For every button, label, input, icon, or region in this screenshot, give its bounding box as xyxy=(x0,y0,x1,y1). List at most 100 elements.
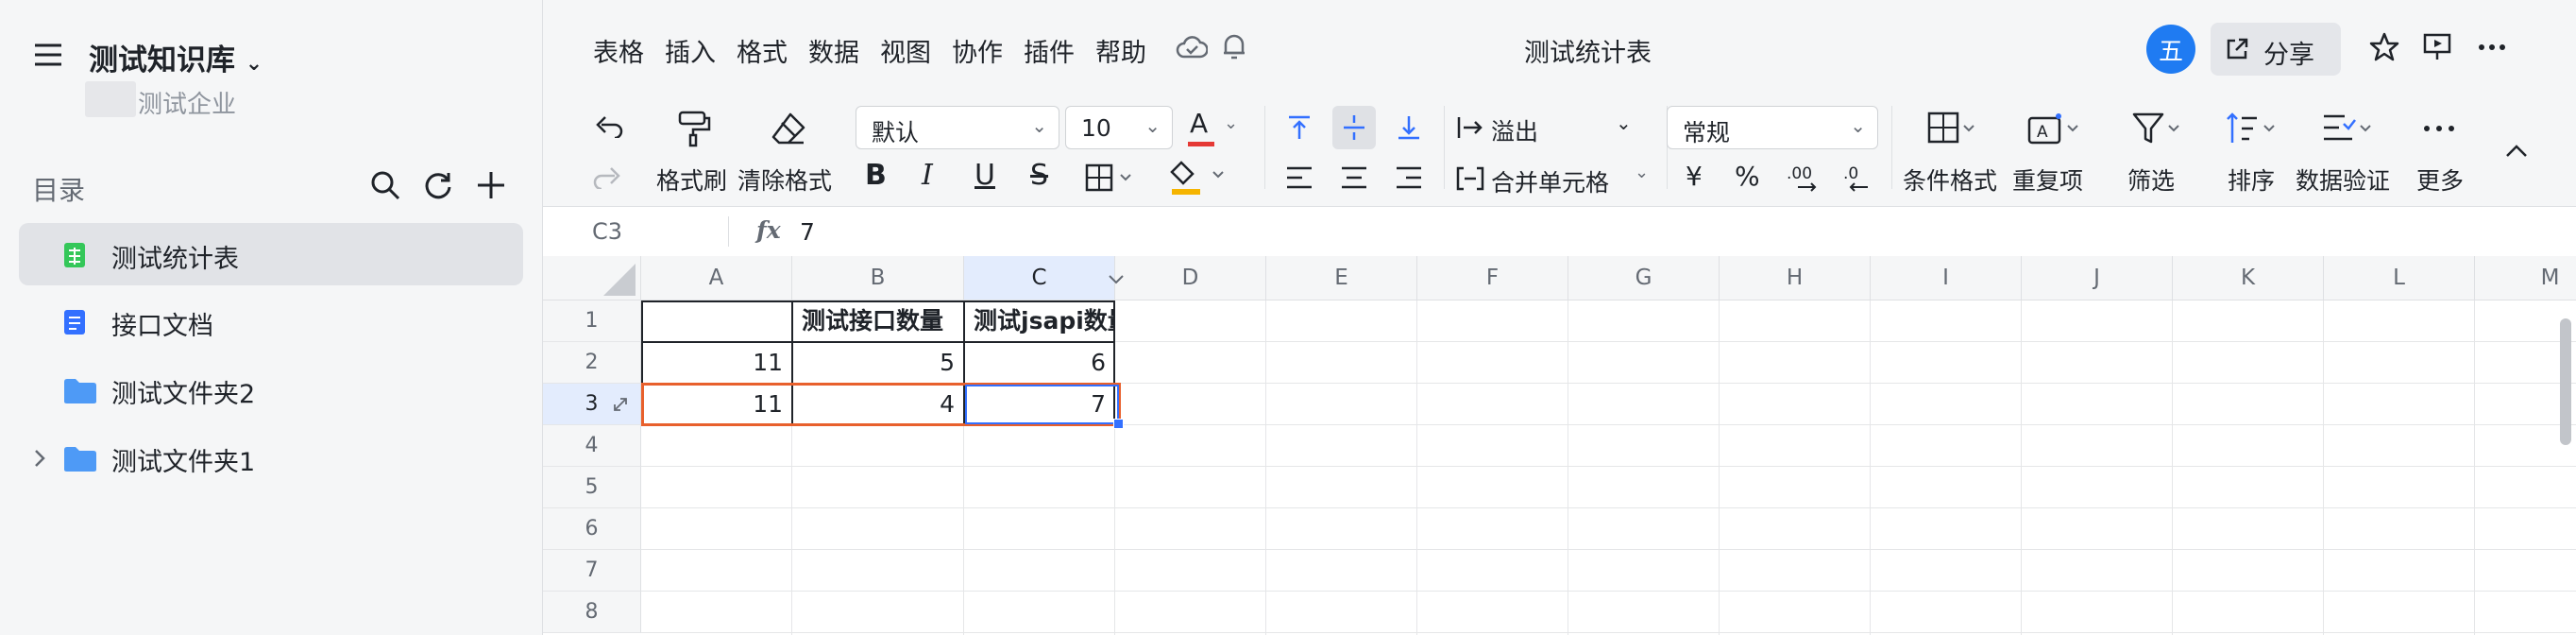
org-name: 测试企业 xyxy=(138,91,237,119)
vertical-scrollbar[interactable] xyxy=(2560,318,2571,445)
cell-c2[interactable]: 6 xyxy=(964,342,1115,384)
number-format-select[interactable]: 常规 ⌄ xyxy=(1667,106,1878,149)
decrease-decimal-icon[interactable]: .0 xyxy=(1837,157,1880,198)
chevron-down-icon: ⌄ xyxy=(1850,114,1866,137)
align-bottom-icon[interactable] xyxy=(1387,106,1431,149)
menu-insert[interactable]: 插入 xyxy=(665,32,716,69)
row-header-8[interactable]: 8 xyxy=(543,592,641,633)
format-painter-button[interactable]: 格式刷 xyxy=(656,102,732,198)
chevron-down-icon: ⌄ xyxy=(1616,112,1632,134)
cell-b1[interactable]: 测试接口数量 xyxy=(792,300,964,342)
align-left-icon[interactable] xyxy=(1278,159,1321,197)
cell-b2[interactable]: 5 xyxy=(792,342,964,384)
row-header-1[interactable]: 1 xyxy=(543,300,641,342)
data-validation-button[interactable]: 数据验证 xyxy=(2296,102,2403,198)
fill-color-icon[interactable] xyxy=(1166,157,1232,198)
menu-format[interactable]: 格式 xyxy=(737,32,788,69)
column-header-d[interactable]: D xyxy=(1115,256,1266,300)
increase-decimal-icon[interactable]: .00 xyxy=(1782,157,1825,198)
currency-button[interactable]: ¥ xyxy=(1686,161,1703,192)
conditional-format-button[interactable]: 条件格式 xyxy=(1903,102,2001,198)
menu-help[interactable]: 帮助 xyxy=(1095,32,1146,69)
sort-button[interactable]: 排序 xyxy=(2214,102,2290,198)
sidebar-item-api-doc[interactable]: 接口文档 xyxy=(19,290,523,352)
column-menu-chevron-icon[interactable] xyxy=(1104,267,1128,292)
merge-cells-button[interactable]: 合并单元格 ⌄ xyxy=(1449,157,1657,198)
cell-a2[interactable]: 11 xyxy=(641,342,792,384)
menu-icon[interactable] xyxy=(28,38,68,72)
folder-icon xyxy=(62,377,98,405)
redo-icon[interactable] xyxy=(590,159,626,193)
sort-icon xyxy=(2224,108,2280,149)
svg-text:.00: .00 xyxy=(1787,164,1812,183)
menu-table[interactable]: 表格 xyxy=(593,32,644,69)
font-color-button[interactable]: A ⌄ xyxy=(1180,106,1246,149)
bold-icon[interactable]: B xyxy=(865,159,887,192)
search-icon[interactable] xyxy=(366,166,404,204)
column-header-m[interactable]: M xyxy=(2475,256,2576,300)
share-button[interactable]: 分享 xyxy=(2211,23,2341,76)
row-header-2[interactable]: 2 xyxy=(543,342,641,384)
text-overflow-select[interactable]: 溢出 ⌄ xyxy=(1449,106,1638,149)
menu-view[interactable]: 视图 xyxy=(880,32,931,69)
align-top-icon[interactable] xyxy=(1278,106,1321,149)
underline-icon[interactable]: U xyxy=(974,159,995,192)
formula-bar: C3 fx 7 xyxy=(543,207,2576,257)
duplicates-button[interactable]: A 重复项 xyxy=(2012,102,2097,198)
star-icon[interactable] xyxy=(2365,28,2403,66)
align-middle-icon[interactable] xyxy=(1332,106,1376,149)
more-tools-button[interactable]: 更多 xyxy=(2413,102,2469,198)
spreadsheet-grid: ABCDEFGHIJKLM 12345678 测试接口数量测试jsapi数量11… xyxy=(543,256,2576,635)
font-family-select[interactable]: 默认 ⌄ xyxy=(856,106,1059,149)
knowledge-base-title[interactable]: 测试知识库 ⌄ xyxy=(89,36,263,78)
italic-icon[interactable]: I xyxy=(922,159,933,192)
duplicates-label: 重复项 xyxy=(2012,167,2084,195)
add-icon[interactable] xyxy=(472,166,510,204)
select-all-corner[interactable] xyxy=(543,256,641,300)
column-header-l[interactable]: L xyxy=(2324,256,2475,300)
undo-icon[interactable] xyxy=(590,108,626,142)
avatar[interactable]: 五 xyxy=(2146,25,2195,74)
font-size-select[interactable]: 10 ⌄ xyxy=(1065,106,1173,149)
cell-c1[interactable]: 测试jsapi数量 xyxy=(964,300,1115,342)
column-header-b[interactable]: B xyxy=(792,256,964,300)
chevron-right-icon[interactable] xyxy=(28,445,51,472)
expand-row-icon[interactable] xyxy=(609,394,632,415)
menu-plugins[interactable]: 插件 xyxy=(1024,32,1075,69)
refresh-icon[interactable] xyxy=(419,166,457,204)
menu-data[interactable]: 数据 xyxy=(808,32,859,69)
align-right-icon[interactable] xyxy=(1387,159,1431,197)
percent-button[interactable]: % xyxy=(1735,161,1760,192)
sidebar-item-folder-1[interactable]: 测试文件夹1 xyxy=(19,426,523,489)
column-header-i[interactable]: I xyxy=(1871,256,2022,300)
fill-handle[interactable] xyxy=(1113,419,1124,429)
menu-collaborate[interactable]: 协作 xyxy=(952,32,1003,69)
column-header-k[interactable]: K xyxy=(2173,256,2324,300)
borders-icon[interactable] xyxy=(1083,161,1136,195)
document-title[interactable]: 测试统计表 xyxy=(1524,32,1652,69)
column-header-c[interactable]: C xyxy=(964,256,1115,300)
sidebar-item-folder-2[interactable]: 测试文件夹2 xyxy=(19,358,523,420)
column-header-e[interactable]: E xyxy=(1266,256,1417,300)
collapse-toolbar-icon[interactable] xyxy=(2498,132,2535,170)
align-center-icon[interactable] xyxy=(1332,159,1376,197)
column-header-f[interactable]: F xyxy=(1417,256,1568,300)
more-icon[interactable] xyxy=(2473,28,2511,66)
clear-format-button[interactable]: 清除格式 xyxy=(737,102,841,198)
column-header-a[interactable]: A xyxy=(641,256,792,300)
filter-button[interactable]: 筛选 xyxy=(2122,102,2194,198)
cell-reference[interactable]: C3 xyxy=(592,218,622,245)
row-header-4[interactable]: 4 xyxy=(543,425,641,467)
column-header-j[interactable]: J xyxy=(2022,256,2173,300)
column-header-h[interactable]: H xyxy=(1720,256,1871,300)
column-header-g[interactable]: G xyxy=(1568,256,1720,300)
cloud-sync-icon[interactable] xyxy=(1175,32,1209,62)
bell-icon[interactable] xyxy=(1219,30,1249,62)
presentation-icon[interactable] xyxy=(2418,28,2456,66)
row-header-5[interactable]: 5 xyxy=(543,467,641,508)
formula-input[interactable]: 7 xyxy=(800,218,815,246)
row-header-6[interactable]: 6 xyxy=(543,508,641,550)
strikethrough-icon[interactable]: S xyxy=(1030,159,1048,192)
row-header-7[interactable]: 7 xyxy=(543,550,641,592)
sidebar-item-test-sheet[interactable]: 测试统计表 xyxy=(19,223,523,285)
